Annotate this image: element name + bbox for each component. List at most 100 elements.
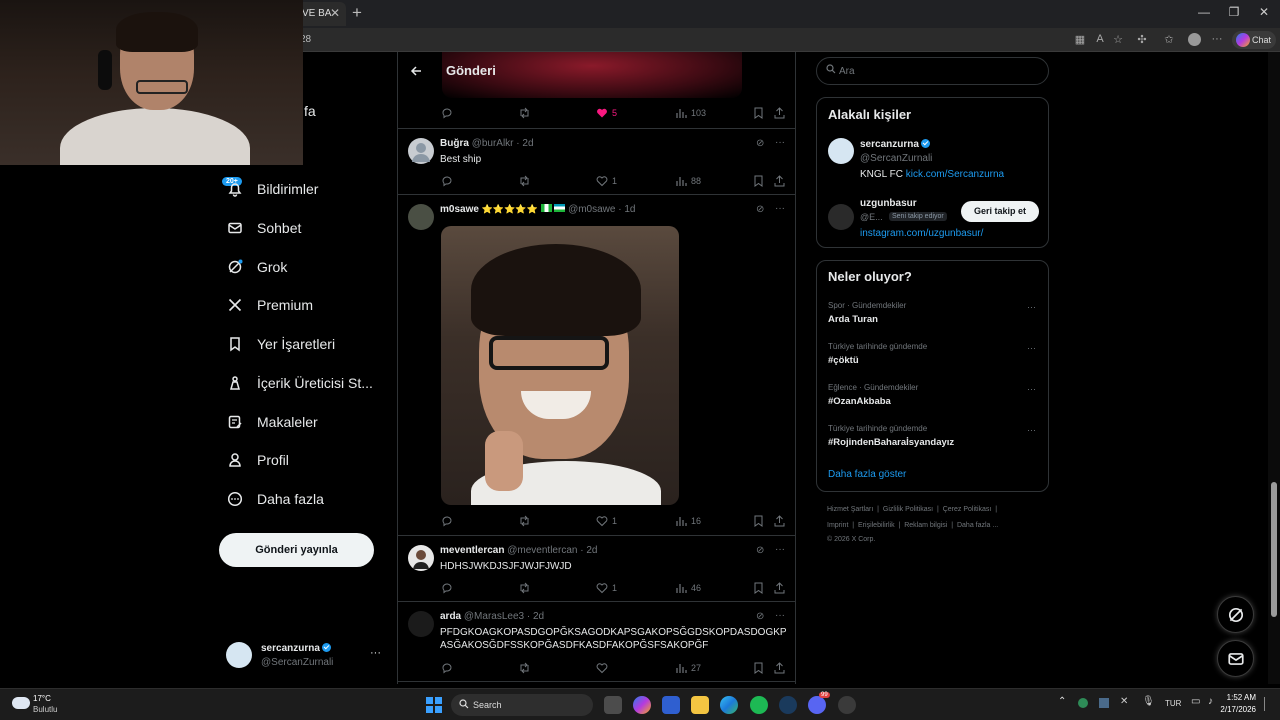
tray-app-icon[interactable] (1099, 698, 1109, 708)
tray-network-icon[interactable]: ✕ (1120, 696, 1128, 707)
show-desktop-button[interactable] (1264, 697, 1270, 711)
trend-name[interactable]: #OzanAkbaba (828, 396, 891, 407)
nav-item-creator-studio[interactable]: İçerik Üreticisi St... (226, 370, 373, 396)
grok-explain-icon[interactable]: ⊘ (756, 545, 764, 556)
author-name[interactable]: Buğra (440, 138, 469, 149)
footer-link[interactable]: Hizmet Şartları (827, 506, 873, 513)
favorite-star-icon[interactable]: ☆ (1110, 33, 1126, 46)
share-button[interactable] (774, 662, 789, 674)
like-button[interactable]: 1 (596, 582, 617, 594)
steam-icon[interactable] (779, 696, 797, 714)
reply-post[interactable]: Buğra @burAlkr · 2d Best ship ⊘ ··· 1 88 (398, 129, 795, 195)
restore-icon[interactable]: ❐ (1224, 5, 1244, 19)
show-more-link[interactable]: Daha fazla göster (828, 469, 906, 480)
bookmark-button[interactable] (753, 175, 768, 187)
edge-icon[interactable] (720, 696, 738, 714)
tray-mic-icon[interactable]: 🎙 (1142, 696, 1155, 707)
like-button[interactable]: 1 (596, 515, 617, 527)
user-avatar[interactable] (408, 545, 434, 571)
views-button[interactable]: 103 (675, 107, 706, 119)
views-button[interactable]: 27 (675, 662, 701, 674)
nav-item-profile[interactable]: Profil (226, 447, 289, 473)
footer-link[interactable]: Reklam bilgisi (904, 522, 947, 529)
account-switcher[interactable]: sercanzurna @SercanZurnali ··· (226, 640, 386, 674)
clock-time[interactable]: 1:52 AM (1226, 693, 1256, 702)
reply-button[interactable] (441, 515, 457, 527)
share-button[interactable] (774, 515, 789, 527)
grok-fab[interactable] (1217, 596, 1254, 633)
follow-back-button[interactable]: Geri takip et (961, 201, 1039, 222)
repost-button[interactable] (518, 582, 535, 594)
reply-button[interactable] (441, 175, 457, 187)
like-button[interactable]: 1 (596, 175, 617, 187)
share-button[interactable] (774, 107, 789, 119)
trend-name[interactable]: #çöktü (828, 355, 859, 366)
clock-date[interactable]: 2/17/2026 (1218, 705, 1256, 714)
input-language[interactable]: TUR (1165, 699, 1181, 708)
windows-start-icon[interactable] (426, 697, 442, 713)
trend-more-icon[interactable]: ··· (1027, 343, 1036, 353)
page-scrollbar[interactable] (1268, 52, 1280, 684)
footer-link[interactable]: Imprint (827, 522, 848, 529)
tray-chevron-icon[interactable]: ⌃ (1058, 696, 1066, 707)
footer-link[interactable]: Erişilebilirlik (858, 522, 895, 529)
copilot-chat-button[interactable]: Chat (1232, 31, 1276, 49)
close-tab-icon[interactable]: ✕ (330, 6, 340, 20)
bookmark-button[interactable] (753, 582, 768, 594)
author-name[interactable]: m0sawe (440, 204, 479, 215)
bio-link[interactable]: kick.com/Sercanzurna (906, 169, 1004, 180)
repost-button[interactable] (518, 662, 535, 674)
footer-link[interactable]: Gizlilik Politikası (883, 506, 933, 513)
taskbar-search[interactable]: Search (451, 694, 593, 716)
task-view-icon[interactable] (604, 696, 622, 714)
nav-item-partial[interactable]: fa (304, 103, 316, 119)
grok-explain-icon[interactable]: ⊘ (756, 611, 764, 622)
repost-button[interactable] (518, 175, 535, 187)
nav-item-more[interactable]: Daha fazla (226, 486, 324, 512)
browser-menu-icon[interactable]: ··· (1209, 33, 1225, 45)
trend-name[interactable]: #RojindenBaharaİsyandayız (828, 437, 954, 448)
trend-more-icon[interactable]: ··· (1027, 425, 1036, 435)
user-name[interactable]: uzgunbasur (860, 198, 917, 209)
app-available-icon[interactable]: ▦ (1072, 33, 1088, 46)
minimize-icon[interactable]: — (1194, 5, 1214, 19)
read-aloud-icon[interactable]: A (1092, 33, 1108, 45)
repost-button[interactable] (518, 107, 535, 119)
trend-more-icon[interactable]: ··· (1027, 384, 1036, 394)
scrollbar-thumb[interactable] (1271, 482, 1277, 617)
close-window-icon[interactable]: ✕ (1254, 5, 1274, 19)
url-field[interactable]: 28 (296, 31, 976, 49)
user-name[interactable]: sercanzurna (860, 139, 919, 150)
search-input[interactable]: Ara (816, 57, 1049, 85)
bookmark-button[interactable] (753, 515, 768, 527)
footer-link[interactable]: Daha fazla ... (957, 522, 998, 529)
post-more-icon[interactable]: ··· (775, 610, 785, 621)
reply-button[interactable] (441, 107, 457, 119)
reply-button[interactable] (441, 582, 457, 594)
extensions-icon[interactable]: ✣ (1134, 33, 1150, 46)
user-avatar[interactable] (408, 204, 434, 230)
account-more-icon[interactable]: ··· (370, 647, 381, 659)
back-arrow-icon[interactable] (410, 64, 422, 82)
bio-link[interactable]: instagram.com/uzgunbasur/ (860, 228, 983, 239)
bookmark-button[interactable] (753, 107, 768, 119)
author-name[interactable]: arda (440, 611, 461, 622)
tray-app-icon[interactable] (1078, 698, 1088, 708)
post-more-icon[interactable]: ··· (775, 137, 785, 148)
post-button[interactable]: Gönderi yayınla (219, 533, 374, 567)
author-name[interactable]: meventlercan (440, 545, 504, 556)
nav-item-notifications[interactable]: Bildirimler (226, 176, 318, 202)
post-more-icon[interactable]: ··· (775, 203, 785, 214)
nav-item-grok[interactable]: Grok (226, 254, 287, 280)
nav-item-articles[interactable]: Makaleler (226, 409, 318, 435)
store-icon[interactable] (662, 696, 680, 714)
reply-button[interactable] (441, 662, 457, 674)
grok-explain-icon[interactable]: ⊘ (756, 204, 764, 215)
nav-item-premium[interactable]: Premium (226, 292, 313, 318)
file-explorer-icon[interactable] (691, 696, 709, 714)
views-button[interactable]: 46 (675, 582, 701, 594)
like-button[interactable]: 5 (596, 107, 617, 119)
profile-icon[interactable] (1186, 33, 1202, 49)
app-icon[interactable] (838, 696, 856, 714)
post-more-icon[interactable]: ··· (775, 544, 785, 555)
